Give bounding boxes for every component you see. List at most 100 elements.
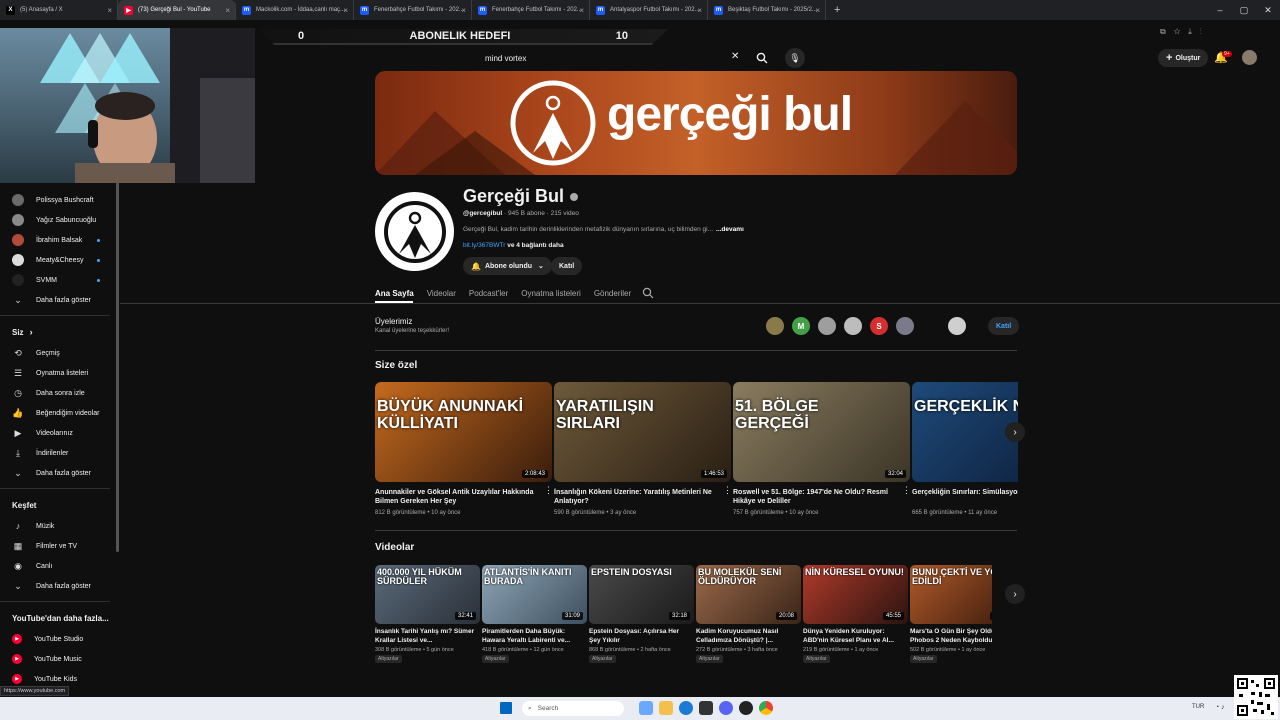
- sidebar-item[interactable]: ⌄ Daha fazla göster: [0, 576, 118, 596]
- sidebar-item[interactable]: ▶ YouTube Studio: [0, 629, 118, 649]
- member-avatar[interactable]: [818, 317, 836, 335]
- app-icon[interactable]: [639, 701, 653, 715]
- channel-description[interactable]: Gerçeği Bul, kadim tarihin derinliklerin…: [463, 226, 744, 233]
- member-avatar[interactable]: M: [792, 317, 810, 335]
- tab-close-icon[interactable]: ×: [579, 6, 584, 15]
- video-card[interactable]: ATLANTİS'İN KANITI BURADA 31:09 Piramitler…: [482, 565, 587, 663]
- channel-tab[interactable]: Ana Sayfa: [375, 289, 414, 298]
- description-more[interactable]: ...devamı: [716, 226, 744, 233]
- video-card[interactable]: YARATILIŞIN SIRLARI 1:46:53 İnsanlığın Kök…: [554, 382, 731, 516]
- browser-tab[interactable]: X (5) Anasayfa / X ×: [0, 0, 118, 20]
- channel-search-icon[interactable]: [642, 287, 654, 301]
- clear-search-icon[interactable]: ✕: [731, 51, 739, 62]
- sidebar-item[interactable]: ⟲ Geçmiş: [0, 343, 118, 363]
- sidebar-item[interactable]: ▶ Videolarınız: [0, 423, 118, 443]
- account-avatar[interactable]: [1242, 50, 1257, 65]
- video-thumbnail[interactable]: ATLANTİS'İN KANITI BURADA 31:09: [482, 565, 587, 624]
- create-button[interactable]: + Oluştur: [1158, 49, 1209, 67]
- video-thumbnail[interactable]: EPSTEIN DOSYASI 32:18: [589, 565, 694, 624]
- video-title[interactable]: Epstein Dosyası: Açılırsa Her Şey Yıkılı…: [589, 627, 689, 645]
- more-options-icon[interactable]: ⋮: [544, 485, 553, 496]
- members-join-button[interactable]: Katıl: [988, 317, 1020, 335]
- video-title[interactable]: Kadim Koruyucumuz Nasıl Celladımıza Dönü…: [696, 627, 796, 645]
- tab-close-icon[interactable]: ×: [343, 6, 348, 15]
- sidebar-item[interactable]: ◉ Canlı: [0, 556, 118, 576]
- video-title[interactable]: İnsanlık Tarihi Yanlış mı? Sümer Krallar…: [375, 627, 475, 645]
- join-button[interactable]: Katıl: [551, 257, 583, 275]
- sidebar-item[interactable]: ⌄ Daha fazla göster: [0, 463, 118, 483]
- member-avatar[interactable]: [896, 317, 914, 335]
- video-card[interactable]: GERÇEKLİK NEDİR? Gerçekliğin Sınırları: S…: [912, 382, 1018, 516]
- video-card[interactable]: BU MOLEKÜL SENİ ÖLDÜRÜYOR 20:08 Kadim Koru…: [696, 565, 801, 663]
- sidebar-item[interactable]: ⤓ İndirilenler: [0, 443, 118, 463]
- search-box[interactable]: mind vortex: [477, 48, 747, 68]
- maximize-icon[interactable]: ▢: [1232, 0, 1256, 20]
- sidebar-subscription[interactable]: SVMM: [0, 270, 118, 290]
- you-section-header[interactable]: Siz ›: [0, 321, 118, 343]
- member-avatar[interactable]: [844, 317, 862, 335]
- sidebar-subscription[interactable]: Meaty&Cheesy: [0, 250, 118, 270]
- tab-close-icon[interactable]: ×: [225, 6, 230, 15]
- channel-link[interactable]: bit.ly/367BWTr: [463, 242, 505, 249]
- video-card[interactable]: NİN KÜRESEL OYUNU! 45:55 Dünya Yeniden Kur…: [803, 565, 908, 663]
- sidebar-item[interactable]: 👍 Beğendiğim videolar: [0, 403, 118, 423]
- sidebar-item[interactable]: ◷ Daha sonra izle: [0, 383, 118, 403]
- video-thumbnail[interactable]: BU MOLEKÜL SENİ ÖLDÜRÜYOR 20:08: [696, 565, 801, 624]
- browser-tab[interactable]: m Beşiktaş Futbol Takımı - 2025/2... ×: [708, 0, 826, 20]
- video-title[interactable]: Anunnakiler ve Göksel Antik Uzaylılar Ha…: [375, 488, 545, 506]
- browser-tab[interactable]: m Antalyaspor Futbol Takımı - 202... ×: [590, 0, 708, 20]
- browser-tab[interactable]: m Fenerbahçe Futbol Takımı - 202... ×: [472, 0, 590, 20]
- sidebar-subscription[interactable]: Polissya Bushcraft: [0, 190, 118, 210]
- more-options-icon[interactable]: ⋮: [902, 485, 911, 496]
- member-avatar[interactable]: S: [870, 317, 888, 335]
- video-title[interactable]: Mars'ta O Gün Bir Şey Oldu... Phobos 2 N…: [910, 627, 992, 645]
- video-thumbnail[interactable]: NİN KÜRESEL OYUNU! 45:55: [803, 565, 908, 624]
- sidebar-item[interactable]: ▦ Filmler ve TV: [0, 536, 118, 556]
- browser-tab[interactable]: ▶ (73) Gerçeği Bul - YouTube ×: [118, 0, 236, 20]
- video-card[interactable]: BÜYÜK ANUNNAKİ KÜLLİYATI 2:08:43 Anunnakil…: [375, 382, 552, 516]
- member-avatar[interactable]: [922, 317, 940, 335]
- sidebar-subscription[interactable]: Yağız Sabuncuoğlu: [0, 210, 118, 230]
- minimize-icon[interactable]: –: [1208, 0, 1232, 20]
- member-avatar[interactable]: [766, 317, 784, 335]
- channel-tab[interactable]: Gönderiler: [594, 289, 631, 298]
- videos-next-arrow[interactable]: ›: [1005, 584, 1025, 604]
- video-card[interactable]: 400.000 YIL HÜKÜM SÜRDÜLER 32:41 İnsanlık …: [375, 565, 480, 663]
- for-you-next-arrow[interactable]: ›: [1005, 422, 1025, 442]
- video-card[interactable]: EPSTEIN DOSYASI 32:18 Epstein Dosyası: Açı…: [589, 565, 694, 663]
- subscribed-button[interactable]: 🔔 Abone olundu ⌄: [463, 257, 552, 275]
- video-title[interactable]: Roswell ve 51. Bölge: 1947'de Ne Oldu? R…: [733, 488, 903, 506]
- new-tab-button[interactable]: +: [826, 4, 848, 16]
- tab-close-icon[interactable]: ×: [697, 6, 702, 15]
- chrome-icon[interactable]: [759, 701, 773, 715]
- video-title[interactable]: İnsanlığın Kökeni Üzerine: Yaratılış Met…: [554, 488, 724, 506]
- video-thumbnail[interactable]: GERÇEKLİK NEDİR?: [912, 382, 1018, 482]
- tab-close-icon[interactable]: ×: [107, 6, 112, 15]
- discord-icon[interactable]: [719, 701, 733, 715]
- channel-tab[interactable]: Podcast'ler: [469, 289, 508, 298]
- taskbar-search[interactable]: ⌕ Search: [522, 701, 624, 716]
- obs-icon[interactable]: [739, 701, 753, 715]
- video-thumbnail[interactable]: BUNU ÇEKTİ VE YOK EDİLDİ 17:29: [910, 565, 992, 624]
- video-thumbnail[interactable]: YARATILIŞIN SIRLARI 1:46:53: [554, 382, 731, 482]
- sidebar-item[interactable]: ▶ YouTube Music: [0, 649, 118, 669]
- sidebar-scrollbar[interactable]: [116, 182, 119, 552]
- browser-tab[interactable]: m Fenerbahçe Futbol Takımı - 202... ×: [354, 0, 472, 20]
- more-options-icon[interactable]: ⋮: [723, 485, 732, 496]
- mic-icon[interactable]: 🎙: [785, 48, 805, 68]
- video-card[interactable]: BUNU ÇEKTİ VE YOK EDİLDİ 17:29 Mars'ta O G…: [910, 565, 992, 663]
- close-icon[interactable]: ✕: [1256, 0, 1280, 20]
- sidebar-item[interactable]: ☰ Oynatma listeleri: [0, 363, 118, 383]
- language-indicator[interactable]: TUR: [1192, 704, 1204, 710]
- search-input[interactable]: mind vortex: [485, 54, 526, 63]
- store-icon[interactable]: [699, 701, 713, 715]
- video-thumbnail[interactable]: 400.000 YIL HÜKÜM SÜRDÜLER 32:41: [375, 565, 480, 624]
- tab-close-icon[interactable]: ×: [815, 6, 820, 15]
- tray-icons[interactable]: ◔ ♪: [1215, 704, 1225, 711]
- search-icon[interactable]: [752, 48, 772, 68]
- channel-tab[interactable]: Videolar: [427, 289, 456, 298]
- video-title[interactable]: Dünya Yeniden Kuruluyor: ABD'nin Küresel…: [803, 627, 903, 645]
- tab-close-icon[interactable]: ×: [461, 6, 466, 15]
- video-thumbnail[interactable]: 51. BÖLGE GERÇEĞİ 32:04: [733, 382, 910, 482]
- channel-tab[interactable]: Oynatma listeleri: [521, 289, 581, 298]
